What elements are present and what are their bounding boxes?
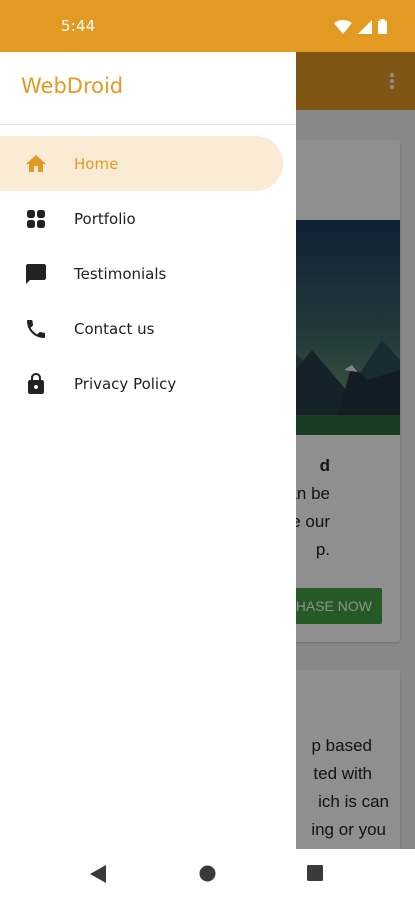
signal-icon (358, 19, 372, 34)
grid-icon (27, 209, 45, 228)
lock-icon (28, 372, 44, 394)
menu-item-label: Testimonials (74, 264, 167, 283)
drawer-title: WebDroid (21, 74, 124, 98)
navigation-drawer: WebDroid Home Portfolio Testimonials Con… (0, 52, 296, 849)
menu-item-label: Privacy Policy (74, 374, 177, 393)
wifi-icon (334, 19, 352, 34)
menu-item-privacy-policy[interactable]: Privacy Policy (0, 356, 296, 411)
menu-item-testimonials[interactable]: Testimonials (0, 246, 296, 301)
back-icon[interactable] (90, 865, 106, 883)
menu-item-label: Portfolio (74, 209, 136, 228)
phone-icon (27, 319, 45, 338)
status-icons (334, 19, 387, 34)
drawer-menu: Home Portfolio Testimonials Contact us P… (0, 136, 296, 411)
menu-item-label: Contact us (74, 319, 155, 338)
status-time: 5:44 (61, 17, 96, 35)
menu-item-portfolio[interactable]: Portfolio (0, 191, 296, 246)
drawer-header: WebDroid (0, 52, 296, 125)
menu-item-label: Home (74, 154, 119, 173)
battery-icon (378, 19, 387, 34)
menu-item-home[interactable]: Home (0, 136, 283, 191)
recents-icon[interactable] (307, 865, 323, 881)
home-icon (26, 154, 46, 172)
chat-icon (26, 263, 46, 284)
system-nav-bar (0, 849, 415, 900)
home-nav-icon[interactable] (199, 865, 216, 882)
status-bar: 5:44 (0, 0, 415, 52)
menu-item-contact[interactable]: Contact us (0, 301, 296, 356)
